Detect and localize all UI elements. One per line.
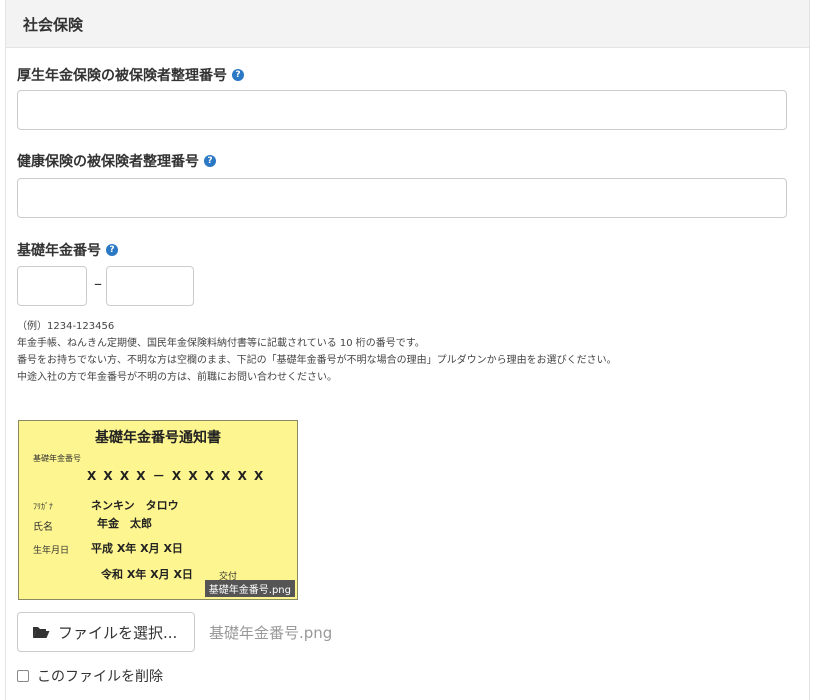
card-number-label: 基礎年金番号	[33, 454, 81, 463]
kiso-description-note: 年金手帳、ねんきん定期便、国民年金保険料納付書等に記載されている 10 桁の番号…	[17, 338, 425, 349]
card-furigana: ネンキン タロウ	[91, 499, 179, 512]
card-filename-overlay: 基礎年金番号.png	[204, 580, 295, 597]
card-name-label: 氏名	[33, 522, 53, 533]
delete-file-label: このファイルを削除	[37, 669, 163, 685]
help-icon[interactable]: ?	[232, 69, 244, 81]
help-icon[interactable]: ?	[106, 244, 118, 256]
delete-file-row[interactable]: このファイルを削除	[17, 666, 163, 686]
selected-file-name: 基礎年金番号.png	[209, 624, 333, 642]
card-issued: 令和 X年 X月 X日	[101, 568, 193, 581]
kenko-label: 健康保険の被保険者整理番号 ?	[17, 151, 216, 171]
help-icon[interactable]: ?	[204, 155, 216, 167]
card-birth-label: 生年月日	[33, 546, 70, 556]
pension-notice-sample-image: 基礎年金番号通知書 基礎年金番号 X X X X － X X X X X X ﾌ…	[18, 420, 298, 600]
card-name: 年金 太郎	[97, 517, 152, 530]
choose-file-button[interactable]: ファイルを選択...	[17, 612, 195, 652]
kiso-label-text: 基礎年金番号	[17, 243, 101, 259]
kiso-midcareer-note: 中途入社の方で年金番号が不明の方は、前職にお問い合わせください。	[17, 372, 337, 383]
kiso-example-note: （例）1234-123456	[17, 321, 115, 332]
card-number: X X X X － X X X X X X	[87, 469, 265, 483]
kiso-unknown-note: 番号をお持ちでない方、不明な方は空欄のまま、下記の「基礎年金番号が不明な場合の理…	[17, 355, 617, 366]
kenko-label-text: 健康保険の被保険者整理番号	[17, 154, 199, 170]
kosei-number-input[interactable]	[17, 90, 787, 130]
choose-file-label: ファイルを選択...	[58, 623, 178, 642]
kiso-number-part2-input[interactable]	[106, 266, 194, 306]
kiso-label: 基礎年金番号 ?	[17, 240, 118, 260]
card-title: 基礎年金番号通知書	[95, 430, 221, 446]
delete-file-checkbox[interactable]	[17, 670, 29, 682]
kenko-number-input[interactable]	[17, 178, 787, 218]
kosei-label: 厚生年金保険の被保険者整理番号 ?	[17, 65, 244, 85]
folder-open-icon	[33, 627, 50, 638]
card-birth: 平成 X年 X月 X日	[91, 542, 183, 555]
section-title: 社会保険	[6, 0, 809, 48]
kosei-label-text: 厚生年金保険の被保険者整理番号	[17, 68, 227, 84]
kiso-separator: –	[94, 274, 102, 293]
card-furigana-label: ﾌﾘｶﾞﾅ	[33, 502, 53, 511]
kiso-number-part1-input[interactable]	[17, 266, 87, 306]
